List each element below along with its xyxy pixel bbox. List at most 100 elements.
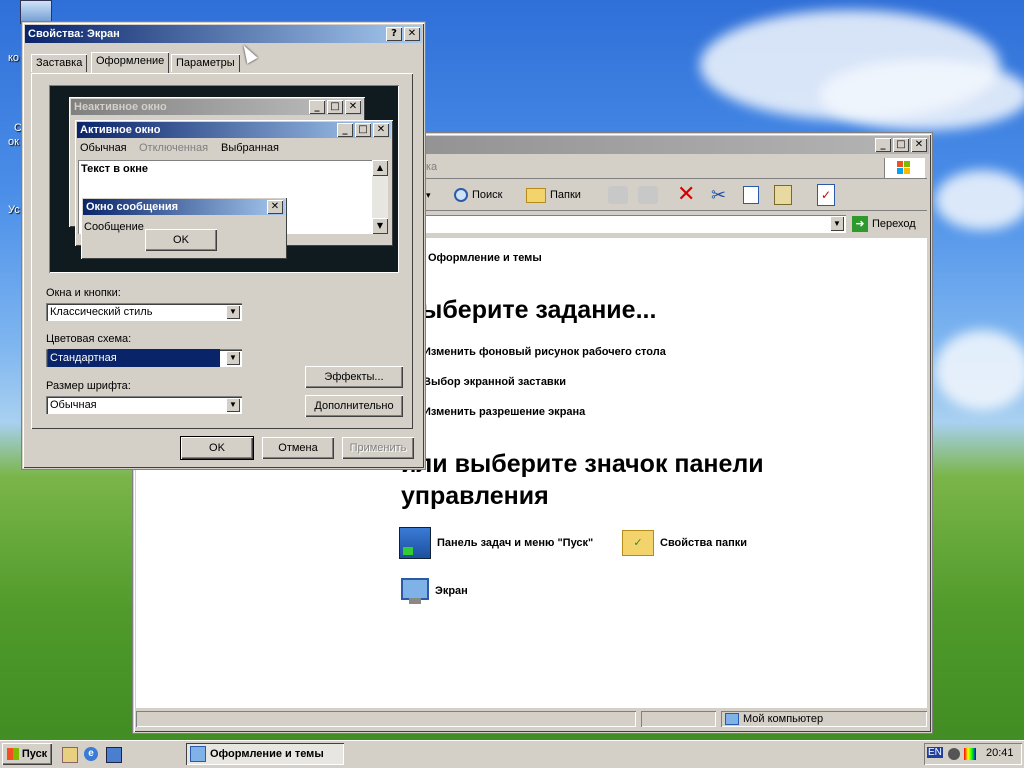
maximize-icon: □	[327, 100, 343, 114]
control-panel-item-label: Панель задач и меню "Пуск"	[437, 537, 594, 549]
control-panel-item-label: Экран	[435, 585, 468, 597]
cloud	[935, 330, 1024, 410]
go-arrow-icon: ➜	[852, 216, 868, 232]
control-panel-item-taskbar[interactable]: Панель задач и меню "Пуск"	[399, 526, 593, 560]
dialog-title: Свойства: Экран	[28, 28, 120, 40]
move-to-icon[interactable]	[608, 186, 628, 204]
close-icon: ✕	[267, 200, 283, 214]
apply-button[interactable]: Применить	[342, 437, 414, 459]
search-button[interactable]: Поиск	[454, 184, 502, 206]
tab-screensaver[interactable]: Заставка	[31, 54, 88, 72]
effects-button[interactable]: Эффекты...	[305, 366, 403, 388]
windows-buttons-label: Окна и кнопки:	[46, 287, 121, 299]
taskbar-start-menu-icon	[399, 527, 431, 559]
font-size-select[interactable]: Обычная ▼	[46, 396, 242, 414]
tab-settings[interactable]: Параметры	[171, 54, 240, 72]
pick-task-heading: ыберите задание...	[421, 296, 657, 324]
copy-to-icon[interactable]	[638, 186, 658, 204]
control-panel-item-folder-options[interactable]: ✓ Свойства папки	[622, 528, 747, 558]
copy-icon[interactable]	[743, 186, 759, 204]
taskbar-button-appearance-themes[interactable]: Оформление и темы	[186, 743, 344, 765]
desktop-icon-label: ок	[8, 136, 19, 148]
folder-icon	[526, 187, 546, 203]
windows-buttons-select[interactable]: Классический стиль ▼	[46, 303, 242, 321]
color-scheme-select[interactable]: Стандартная ▼	[46, 349, 242, 367]
task-link-screensaver[interactable]: Выбор экранной заставки	[423, 376, 566, 388]
display-settings-icon[interactable]	[964, 748, 976, 760]
desktop-icon-label: Ус	[8, 204, 20, 216]
color-scheme-value: Стандартная	[48, 349, 220, 367]
start-button[interactable]: Пуск	[2, 743, 52, 765]
font-size-label: Размер шрифта:	[46, 380, 131, 392]
color-scheme-label: Цветовая схема:	[46, 333, 132, 345]
minimize-button[interactable]: _	[875, 138, 891, 152]
tab-appearance[interactable]: Оформление	[91, 52, 170, 73]
tab-strip: Заставка Оформление Параметры	[31, 52, 411, 74]
advanced-button[interactable]: Дополнительно	[305, 395, 403, 417]
windows-logo-icon	[884, 158, 925, 178]
close-button[interactable]: ✕	[911, 138, 927, 152]
pick-icon-heading: или выберите значок панели	[401, 450, 764, 478]
help-button[interactable]: ?	[386, 27, 402, 41]
maximize-icon: □	[355, 123, 371, 137]
control-panel-icon	[190, 746, 206, 762]
task-link-wallpaper[interactable]: Изменить фоновый рисунок рабочего стола	[423, 346, 666, 358]
chevron-down-icon[interactable]: ▼	[226, 351, 240, 365]
properties-icon[interactable]: ✓	[817, 184, 835, 206]
display-monitor-icon	[399, 576, 429, 606]
control-panel-item-display[interactable]: Экран	[399, 574, 468, 608]
preview-msgbox-title: Окно сообщения	[86, 201, 179, 213]
preview-msgbox-ok: OK	[145, 229, 217, 251]
search-icon	[454, 188, 468, 202]
search-label: Поиск	[472, 189, 503, 201]
preview-menu-selected: Выбранная	[221, 142, 280, 154]
views-dropdown-icon[interactable]: ▾	[426, 186, 444, 204]
quicklaunch-outlook-icon[interactable]	[106, 747, 122, 763]
start-label: Пуск	[21, 748, 48, 760]
cut-icon[interactable]: ✂	[711, 184, 726, 206]
minimize-icon: _	[309, 100, 325, 114]
paste-icon[interactable]	[774, 185, 792, 205]
quicklaunch-ie-icon[interactable]: e	[84, 747, 98, 761]
address-dropdown-button[interactable]: ▼	[830, 216, 844, 231]
cloud	[935, 170, 1024, 230]
quicklaunch-desktop-icon[interactable]	[62, 747, 78, 763]
appearance-tab-panel: Неактивное окно _ □ ✕ Активное окно _ □ …	[31, 73, 413, 429]
preview-menu-normal: Обычная	[80, 142, 127, 154]
preview-window-text: Текст в окне	[81, 163, 149, 175]
control-panel-item-label: Свойства папки	[660, 537, 748, 549]
preview-scrollbar: ▲ ▼	[372, 160, 388, 234]
maximize-button[interactable]: □	[893, 138, 909, 152]
minimize-icon: _	[337, 123, 353, 137]
cancel-button[interactable]: Отмена	[262, 437, 334, 459]
display-properties-dialog: Свойства: Экран ? ✕ Заставка Оформление …	[22, 22, 425, 469]
status-bar: Мой компьютер	[136, 710, 927, 728]
folders-label: Папки	[550, 189, 581, 201]
desktop-icon-computer[interactable]	[20, 0, 52, 24]
preview-active-title: Активное окно	[80, 124, 161, 136]
windows-buttons-value: Классический стиль	[50, 306, 153, 318]
chevron-down-icon[interactable]: ▼	[226, 305, 240, 319]
volume-icon[interactable]	[948, 748, 960, 760]
go-button[interactable]: ➜ Переход	[852, 215, 916, 233]
my-computer-icon	[725, 713, 739, 725]
ok-button[interactable]: OK	[180, 436, 254, 460]
dialog-titlebar[interactable]: Свойства: Экран ? ✕	[25, 25, 422, 43]
font-size-value: Обычная	[50, 399, 97, 411]
close-button[interactable]: ✕	[404, 27, 420, 41]
desktop-icon-label: ко	[8, 52, 20, 64]
cloud	[820, 60, 1024, 130]
preview-msgbox-text: Сообщение	[84, 221, 144, 233]
preview-message-box: Окно сообщения ✕ Сообщение OK	[81, 197, 287, 259]
status-location: Мой компьютер	[743, 713, 824, 725]
menu-item-help[interactable]: ка	[426, 161, 437, 173]
pick-icon-heading-line2: управления	[401, 482, 549, 510]
folders-button[interactable]: Папки	[526, 184, 581, 206]
close-icon: ✕	[373, 123, 389, 137]
delete-icon[interactable]: ✕	[677, 183, 695, 205]
language-indicator[interactable]: EN	[927, 747, 943, 758]
windows-flag-icon	[6, 748, 19, 760]
task-link-resolution[interactable]: Изменить разрешение экрана	[423, 406, 585, 418]
chevron-down-icon[interactable]: ▼	[226, 398, 240, 412]
taskbar: Пуск e Оформление и темы EN 20:41	[0, 740, 1024, 768]
